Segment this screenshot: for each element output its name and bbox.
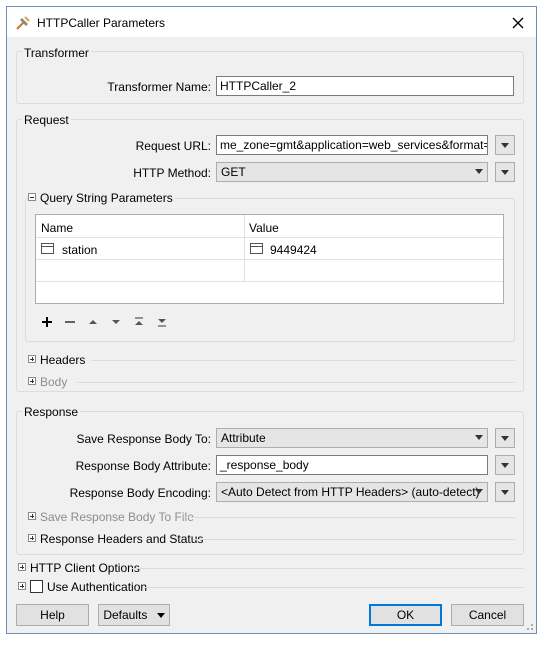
query-params-table: Name Value station 9449424 bbox=[35, 214, 504, 304]
dialog-window: HTTPCaller Parameters Transformer Transf… bbox=[6, 6, 537, 634]
request-url-label: Request URL: bbox=[135, 139, 211, 153]
resize-grip-icon[interactable] bbox=[524, 621, 534, 631]
expand-body-icon[interactable] bbox=[28, 377, 36, 385]
expand-use-auth-icon[interactable] bbox=[18, 582, 26, 590]
defaults-button-label: Defaults bbox=[103, 608, 148, 622]
attribute-value-icon bbox=[250, 243, 263, 254]
expand-headers-status-icon[interactable] bbox=[28, 534, 36, 542]
app-transformer-icon bbox=[15, 15, 31, 31]
response-encoding-menu-button[interactable] bbox=[495, 482, 515, 502]
request-group-title: Request bbox=[22, 113, 71, 127]
expand-http-client-options-icon[interactable] bbox=[18, 563, 26, 571]
separator bbox=[144, 587, 524, 588]
separator bbox=[132, 568, 524, 569]
move-top-icon[interactable] bbox=[131, 314, 147, 330]
row-divider bbox=[36, 281, 503, 282]
expand-save-to-file-icon[interactable] bbox=[28, 512, 36, 520]
headers-section-label[interactable]: Headers bbox=[40, 353, 85, 367]
response-group-title: Response bbox=[22, 405, 81, 419]
table-row-empty[interactable] bbox=[36, 260, 503, 281]
close-icon[interactable] bbox=[508, 13, 528, 33]
request-url-menu-button[interactable] bbox=[495, 135, 515, 155]
body-section-label[interactable]: Body bbox=[40, 375, 67, 389]
http-method-select[interactable]: GET bbox=[216, 162, 488, 182]
chevron-down-icon bbox=[475, 435, 483, 440]
cancel-button[interactable]: Cancel bbox=[451, 604, 524, 626]
response-encoding-label: Response Body Encoding: bbox=[69, 486, 211, 500]
request-url-input[interactable]: me_zone=gmt&application=web_services&for… bbox=[216, 135, 488, 155]
defaults-button[interactable]: Defaults bbox=[98, 604, 170, 626]
param-name-cell[interactable]: station bbox=[62, 243, 97, 257]
column-header-name[interactable]: Name bbox=[41, 221, 73, 235]
response-attr-label: Response Body Attribute: bbox=[75, 459, 211, 473]
move-bottom-icon[interactable] bbox=[154, 314, 170, 330]
column-header-value[interactable]: Value bbox=[249, 221, 279, 235]
save-response-to-select[interactable]: Attribute bbox=[216, 428, 488, 448]
separator bbox=[193, 539, 515, 540]
http-client-options-label[interactable]: HTTP Client Options bbox=[30, 561, 140, 575]
use-auth-checkbox[interactable] bbox=[30, 580, 43, 593]
http-method-menu-button[interactable] bbox=[495, 162, 515, 182]
http-method-value: GET bbox=[221, 165, 246, 179]
transformer-group-title: Transformer bbox=[22, 46, 91, 60]
response-attr-input[interactable]: _response_body bbox=[216, 455, 488, 475]
response-encoding-select[interactable]: <Auto Detect from HTTP Headers> (auto-de… bbox=[216, 482, 488, 502]
separator bbox=[91, 360, 515, 361]
minus-icon[interactable] bbox=[62, 314, 78, 330]
collapse-query-params-icon[interactable] bbox=[28, 193, 36, 201]
response-attr-menu-button[interactable] bbox=[495, 455, 515, 475]
response-encoding-value: <Auto Detect from HTTP Headers> (auto-de… bbox=[221, 485, 480, 499]
param-value-cell[interactable]: 9449424 bbox=[270, 243, 317, 257]
help-button[interactable]: Help bbox=[16, 604, 89, 626]
use-auth-label[interactable]: Use Authentication bbox=[47, 580, 147, 594]
title-bar: HTTPCaller Parameters bbox=[7, 7, 536, 37]
headers-status-section-label[interactable]: Response Headers and Status bbox=[40, 532, 203, 546]
separator bbox=[183, 517, 515, 518]
expand-headers-icon[interactable] bbox=[28, 355, 36, 363]
query-params-title: Query String Parameters bbox=[38, 191, 175, 205]
transformer-name-input[interactable]: HTTPCaller_2 bbox=[216, 76, 514, 96]
separator bbox=[77, 382, 515, 383]
chevron-down-icon bbox=[475, 169, 483, 174]
chevron-down-icon bbox=[156, 613, 165, 619]
save-response-to-menu-button[interactable] bbox=[495, 428, 515, 448]
attribute-value-icon bbox=[41, 243, 54, 254]
save-response-to-value: Attribute bbox=[221, 431, 266, 445]
save-response-to-label: Save Response Body To: bbox=[76, 432, 211, 446]
transformer-name-label: Transformer Name: bbox=[107, 80, 211, 94]
header-divider bbox=[36, 237, 503, 238]
window-title: HTTPCaller Parameters bbox=[37, 16, 166, 30]
dialog-body: Transformer Transformer Name: HTTPCaller… bbox=[7, 37, 536, 633]
move-down-icon[interactable] bbox=[108, 314, 124, 330]
http-method-label: HTTP Method: bbox=[133, 166, 211, 180]
chevron-down-icon bbox=[475, 489, 483, 494]
move-up-icon[interactable] bbox=[85, 314, 101, 330]
save-to-file-section-label[interactable]: Save Response Body To File bbox=[40, 510, 194, 524]
plus-icon[interactable] bbox=[39, 314, 55, 330]
ok-button[interactable]: OK bbox=[369, 604, 442, 626]
